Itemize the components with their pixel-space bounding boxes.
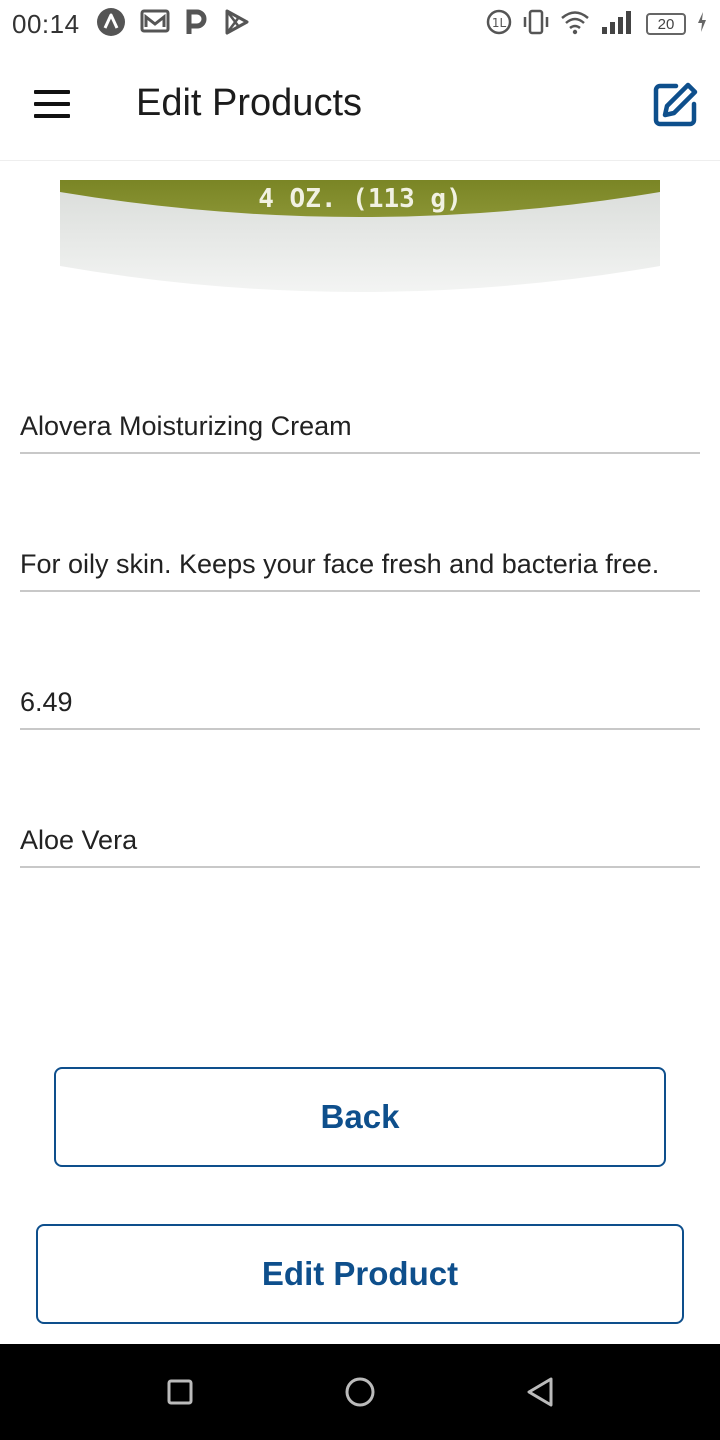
app-bar: Edit Products — [0, 50, 720, 161]
signal-icon — [600, 9, 636, 40]
product-category-value: Aloe Vera — [20, 825, 138, 855]
edit-icon[interactable] — [652, 82, 698, 128]
product-price-field[interactable]: 6.49 — [20, 672, 700, 730]
wifi-icon — [560, 9, 590, 40]
image-label-text: 4 OZ. (113 g) — [258, 184, 462, 214]
battery-level: 20 — [657, 15, 675, 33]
status-time: 00:14 — [12, 9, 80, 39]
status-system-icons: 1L 20 — [486, 9, 708, 39]
system-nav-bar — [0, 1344, 720, 1440]
back-nav-icon[interactable] — [520, 1372, 560, 1412]
back-button[interactable]: Back — [54, 1067, 666, 1167]
battery-icon: 20 — [646, 13, 686, 35]
status-notification-icons — [96, 7, 250, 42]
product-name-field[interactable]: Alovera Moisturizing Cream — [20, 396, 700, 454]
svg-text:1L: 1L — [492, 16, 507, 30]
home-icon[interactable] — [340, 1372, 380, 1412]
data-saver-icon: 1L — [486, 9, 512, 40]
edit-product-button[interactable]: Edit Product — [36, 1224, 684, 1324]
product-image: 4 OZ. (113 g) — [60, 180, 660, 296]
product-price-value: 6.49 — [20, 687, 73, 717]
play-store-icon — [222, 8, 250, 41]
product-name-value: Alovera Moisturizing Cream — [20, 411, 352, 441]
edit-product-button-label: Edit Product — [261, 1255, 459, 1292]
hamburger-menu-icon[interactable] — [34, 90, 70, 118]
charging-icon — [696, 11, 708, 38]
vibrate-icon — [522, 9, 550, 40]
page-title: Edit Products — [136, 82, 362, 124]
p-icon — [184, 8, 208, 41]
mail-icon — [140, 9, 170, 40]
product-description-field[interactable]: For oily skin. Keeps your face fresh and… — [20, 534, 700, 592]
back-button-label: Back — [320, 1098, 400, 1135]
recents-icon[interactable] — [160, 1372, 200, 1412]
app-a-icon — [96, 7, 126, 42]
status-bar: 00:14 1L 20 — [0, 0, 720, 50]
product-category-field[interactable]: Aloe Vera — [20, 810, 700, 868]
product-description-value: For oily skin. Keeps your face fresh and… — [20, 549, 660, 579]
